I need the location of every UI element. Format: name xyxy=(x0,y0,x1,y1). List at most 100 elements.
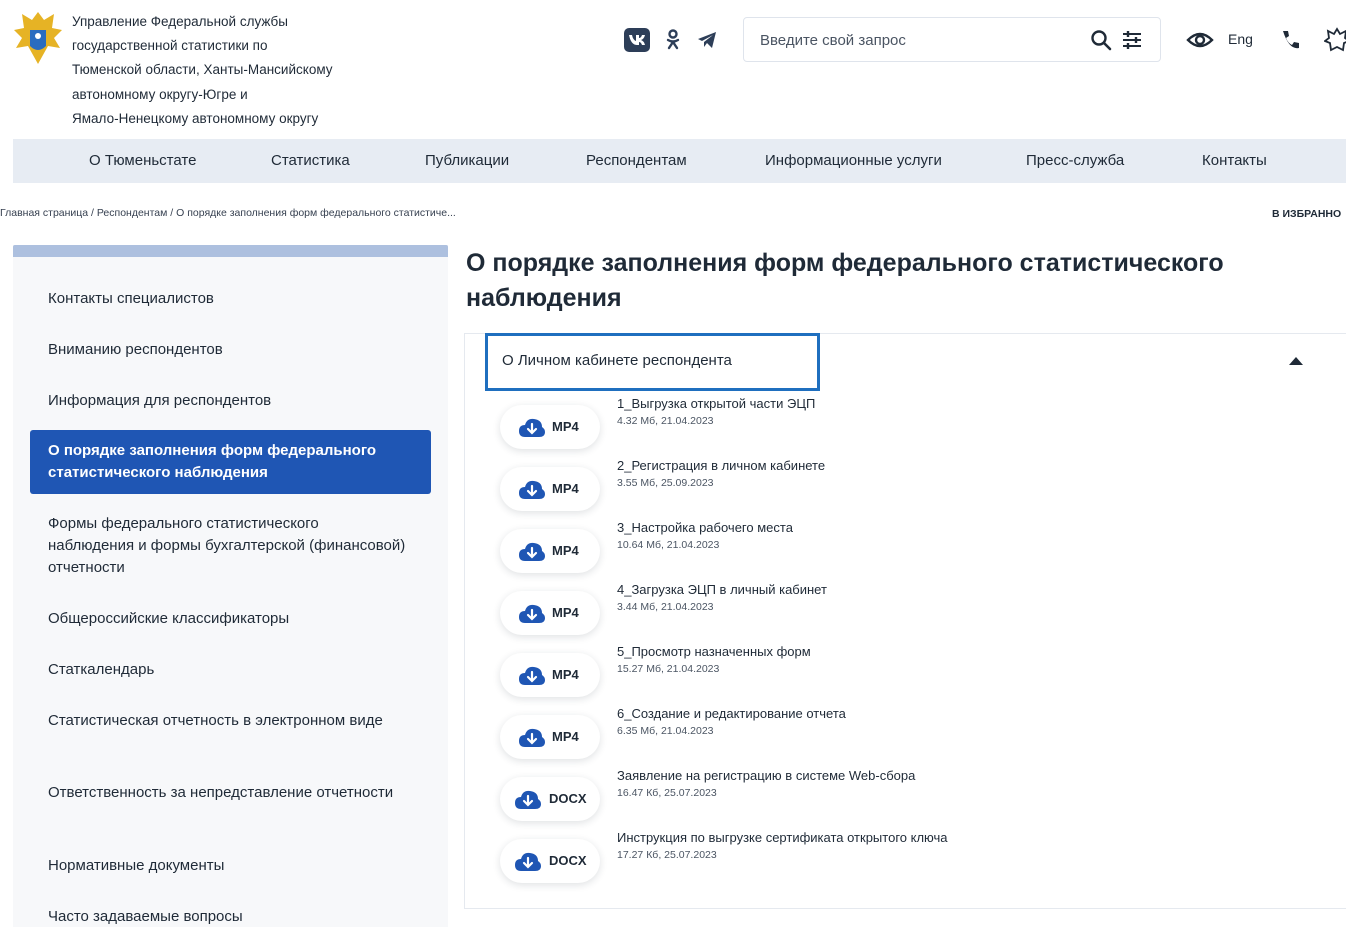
file-name[interactable]: 1_Выгрузка открытой части ЭЦП xyxy=(617,396,815,411)
org-name-line[interactable]: Тюменской области, Ханты-Мансийскому xyxy=(72,58,372,82)
ok-icon[interactable] xyxy=(662,28,684,52)
search-box xyxy=(743,17,1161,62)
site-header: Управление Федеральной службы государств… xyxy=(0,0,1346,138)
file-row: MP4 2_Регистрация в личном кабинете 3.55… xyxy=(465,458,1345,519)
file-meta: 16.47 Кб, 25.07.2023 xyxy=(617,787,717,799)
sidebar-item-electronic-reporting[interactable]: Статистическая отчетность в электронном … xyxy=(48,710,408,732)
language-switch[interactable]: Eng xyxy=(1228,31,1253,47)
filter-settings-icon[interactable] xyxy=(1120,28,1144,52)
file-name[interactable]: 2_Регистрация в личном кабинете xyxy=(617,458,825,473)
org-name-line[interactable]: Управление Федеральной службы xyxy=(72,10,372,34)
download-button[interactable]: MP4 xyxy=(500,715,600,759)
telegram-icon[interactable] xyxy=(696,28,718,52)
file-row: MP4 5_Просмотр назначенных форм 15.27 Мб… xyxy=(465,644,1345,705)
org-name-line[interactable]: автономному округу-Югре и xyxy=(72,83,372,107)
accordion-title: О Личном кабинете респондента xyxy=(502,352,732,369)
file-row: MP4 4_Загрузка ЭЦП в личный кабинет 3.44… xyxy=(465,582,1345,643)
org-name-line[interactable]: Ямало-Ненецкому автономному округу xyxy=(72,107,372,131)
accessibility-eye-icon[interactable] xyxy=(1186,28,1214,52)
sidebar-item-forms[interactable]: Формы федерального статистического наблю… xyxy=(48,513,408,579)
cloud-download-icon xyxy=(519,728,545,747)
file-extension: MP4 xyxy=(552,605,579,620)
download-button[interactable]: DOCX xyxy=(500,839,600,883)
page-title: О порядке заполнения форм федерального с… xyxy=(466,246,1326,316)
file-meta: 17.27 Кб, 25.07.2023 xyxy=(617,849,717,861)
cloud-download-icon xyxy=(519,480,545,499)
cloud-download-icon xyxy=(519,666,545,685)
file-name[interactable]: 5_Просмотр назначенных форм xyxy=(617,644,811,659)
collapse-arrow-icon[interactable] xyxy=(1288,355,1304,367)
file-name[interactable]: Инструкция по выгрузке сертификата откры… xyxy=(617,830,948,845)
sidebar: Контакты специалистов Вниманию респонден… xyxy=(13,245,448,927)
nav-item-statistics[interactable]: Статистика xyxy=(271,152,350,169)
sidebar-item-classifiers[interactable]: Общероссийские классификаторы xyxy=(48,608,408,630)
add-to-favorites-button[interactable]: В ИЗБРАННО xyxy=(1272,208,1341,220)
file-name[interactable]: 4_Загрузка ЭЦП в личный кабинет xyxy=(617,582,827,597)
vk-icon[interactable] xyxy=(624,28,650,52)
sidebar-item-info[interactable]: Информация для респондентов xyxy=(48,390,408,412)
sidebar-item-filling-forms[interactable]: О порядке заполнения форм федерального с… xyxy=(30,430,431,494)
cloud-download-icon xyxy=(519,542,545,561)
download-button[interactable]: MP4 xyxy=(500,653,600,697)
cloud-download-icon xyxy=(519,604,545,623)
accordion-header[interactable]: О Личном кабинете респондента xyxy=(485,333,820,391)
download-button[interactable]: MP4 xyxy=(500,529,600,573)
search-icon[interactable] xyxy=(1089,28,1113,52)
breadcrumb[interactable]: Главная страница / Респондентам / О поря… xyxy=(0,207,456,219)
cloud-download-icon xyxy=(515,790,541,809)
file-meta: 6.35 Мб, 21.04.2023 xyxy=(617,725,714,737)
file-meta: 10.64 Мб, 21.04.2023 xyxy=(617,539,720,551)
file-extension: MP4 xyxy=(552,481,579,496)
org-name[interactable]: Управление Федеральной службы государств… xyxy=(72,10,372,131)
download-button[interactable]: DOCX xyxy=(500,777,600,821)
accordion-respondent-cabinet: О Личном кабинете респондента MP4 1_Выгр… xyxy=(464,333,1346,909)
nav-item-press[interactable]: Пресс-служба xyxy=(1026,152,1124,169)
file-row: MP4 3_Настройка рабочего места 10.64 Мб,… xyxy=(465,520,1345,581)
sidebar-item-label: О порядке заполнения форм федерального с… xyxy=(48,442,377,481)
sidebar-item-attention[interactable]: Вниманию респондентов xyxy=(48,339,408,361)
file-extension: MP4 xyxy=(552,729,579,744)
sidebar-item-contacts[interactable]: Контакты специалистов xyxy=(48,288,408,310)
file-row: MP4 6_Создание и редактирование отчета 6… xyxy=(465,706,1345,767)
search-input[interactable] xyxy=(760,29,1080,51)
phone-icon[interactable] xyxy=(1279,28,1301,52)
file-meta: 15.27 Мб, 21.04.2023 xyxy=(617,663,720,675)
nav-item-info-services[interactable]: Информационные услуги xyxy=(765,152,942,169)
sidebar-item-faq[interactable]: Часто задаваемые вопросы xyxy=(48,906,408,927)
file-extension: DOCX xyxy=(549,853,587,868)
sidebar-item-responsibility[interactable]: Ответственность за непредставление отчет… xyxy=(48,782,408,804)
sidebar-item-calendar[interactable]: Статкалендарь xyxy=(48,659,408,681)
state-emblem-icon[interactable] xyxy=(1324,27,1346,53)
file-extension: MP4 xyxy=(552,419,579,434)
file-extension: MP4 xyxy=(552,543,579,558)
file-name[interactable]: 6_Создание и редактирование отчета xyxy=(617,706,846,721)
file-meta: 3.44 Мб, 21.04.2023 xyxy=(617,601,714,613)
file-extension: MP4 xyxy=(552,667,579,682)
main-nav: О Тюменьстате Статистика Публикации Респ… xyxy=(13,139,1346,183)
social-links xyxy=(624,28,718,52)
file-name[interactable]: 3_Настройка рабочего места xyxy=(617,520,793,535)
page-title-line: наблюдения xyxy=(466,284,622,312)
sidebar-top-bar xyxy=(13,245,448,257)
file-row: MP4 1_Выгрузка открытой части ЭЦП 4.32 М… xyxy=(465,396,1345,457)
download-button[interactable]: MP4 xyxy=(500,591,600,635)
cloud-download-icon xyxy=(519,418,545,437)
file-extension: DOCX xyxy=(549,791,587,806)
file-name[interactable]: Заявление на регистрацию в системе Web-с… xyxy=(617,768,915,783)
nav-item-contacts[interactable]: Контакты xyxy=(1202,152,1267,169)
rosstat-emblem-icon[interactable] xyxy=(10,6,66,70)
nav-item-publications[interactable]: Публикации xyxy=(425,152,509,169)
page-title-line: О порядке заполнения форм федерального с… xyxy=(466,249,1224,277)
sidebar-item-normative-docs[interactable]: Нормативные документы xyxy=(48,855,408,877)
file-row: DOCX Инструкция по выгрузке сертификата … xyxy=(465,830,1345,891)
file-meta: 4.32 Мб, 21.04.2023 xyxy=(617,415,714,427)
org-name-line[interactable]: государственной статистики по xyxy=(72,34,372,58)
nav-item-about[interactable]: О Тюменьстате xyxy=(89,152,196,169)
file-row: DOCX Заявление на регистрацию в системе … xyxy=(465,768,1345,829)
vk-logo-glyph xyxy=(629,35,645,45)
cloud-download-icon xyxy=(515,852,541,871)
download-button[interactable]: MP4 xyxy=(500,405,600,449)
nav-item-respondents[interactable]: Респондентам xyxy=(586,152,687,169)
download-button[interactable]: MP4 xyxy=(500,467,600,511)
file-meta: 3.55 Мб, 25.09.2023 xyxy=(617,477,714,489)
